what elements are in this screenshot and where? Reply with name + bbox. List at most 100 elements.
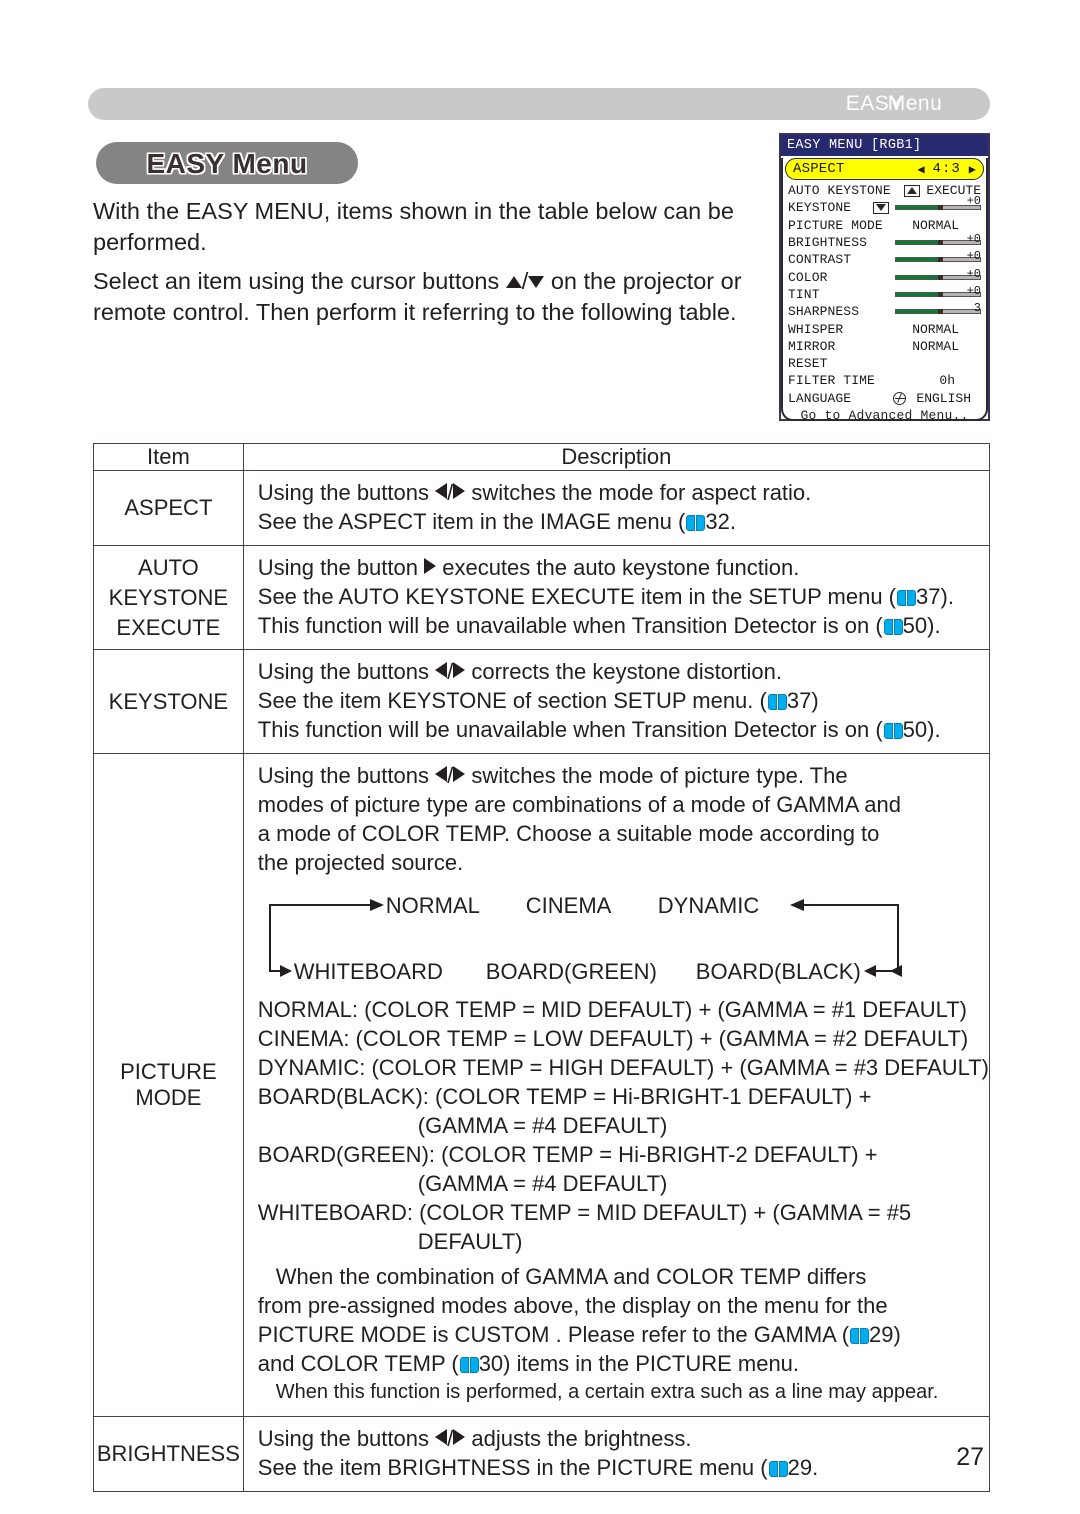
pm-note-page-a: 29 — [869, 1322, 894, 1347]
osd-row-mirror[interactable]: MIRROR NORMAL — [788, 338, 981, 355]
book-reference-icon — [768, 1461, 788, 1477]
keystone-icon — [904, 184, 921, 197]
section-title-pill: EASY Menu — [96, 142, 358, 184]
right-arrow-icon — [424, 558, 437, 574]
osd-row-keystone[interactable]: KEYSTONE +0 — [788, 194, 981, 216]
osd-row-color[interactable]: COLOR +0 — [788, 266, 981, 285]
osd-row-filter-time[interactable]: FILTER TIME 0h — [788, 372, 981, 389]
left-arrow-icon — [435, 1429, 448, 1445]
br-line1-pre: Using the buttons — [257, 1426, 436, 1451]
osd-row-tint[interactable]: TINT +0 — [788, 284, 981, 303]
table-row-brightness: BRIGHTNESS Using the buttons / adjusts t… — [93, 1416, 991, 1492]
pm-mode-line-normal: NORMAL: (COLOR TEMP = MID DEFAULT) + (GA… — [257, 997, 967, 1022]
osd-row-brightness[interactable]: BRIGHTNESS +0 — [788, 232, 981, 251]
osd-row-sharpness[interactable]: SHARPNESS 3 — [788, 301, 981, 320]
aspect-line1-pre: Using the buttons — [257, 480, 436, 505]
book-reference-icon — [897, 590, 917, 606]
osd-title-bar: EASY MENU [RGB1] — [781, 135, 988, 156]
osd-row-picture-mode[interactable]: PICTURE MODE NORMAL — [788, 217, 981, 234]
aspect-line1-mid: switches the mode for aspect ratio. — [465, 480, 812, 505]
osd-row-reset[interactable]: RESET — [788, 355, 981, 372]
ake-line2-page: 37 — [916, 584, 941, 609]
table-cell-item-brightness: BRIGHTNESS — [93, 1416, 244, 1492]
ks-line2-page: 37 — [786, 688, 812, 713]
right-arrow-icon — [453, 483, 466, 499]
osd-label-color: COLOR — [788, 269, 828, 285]
pm-mode-line-board-green-cont: (GAMMA = #4 DEFAULT) — [417, 1171, 668, 1196]
osd-aspect-left-arrow-icon[interactable]: ◀ — [917, 162, 924, 177]
item-line-execute: EXECUTE — [116, 614, 221, 640]
osd-value-picture-mode: NORMAL — [912, 217, 959, 233]
osd-label-filter-time: FILTER TIME — [788, 373, 875, 389]
pm-mode-line-board-green: BOARD(GREEN): (COLOR TEMP = Hi-BRIGHT-2 … — [257, 1142, 878, 1167]
right-arrow-icon — [453, 662, 466, 678]
table-cell-desc-picture-mode: Using the buttons / switches the mode of… — [242, 753, 991, 1417]
osd-label-contrast: CONTRAST — [788, 252, 852, 268]
right-arrow-icon — [453, 1429, 466, 1445]
book-reference-icon — [850, 1328, 870, 1344]
book-reference-icon — [686, 515, 706, 531]
table-header-row: Item Description — [93, 443, 991, 471]
pm-mode-line-cinema: CINEMA: (COLOR TEMP = LOW DEFAULT) + (GA… — [257, 1026, 969, 1051]
book-reference-icon — [459, 1357, 479, 1373]
osd-label-brightness: BRIGHTNESS — [788, 235, 868, 251]
osd-slider-sharpness[interactable] — [895, 309, 981, 315]
pm-note-page-b: 30 — [478, 1351, 504, 1376]
cycle-label-cinema: CINEMA — [525, 893, 612, 918]
br-line1-mid: adjusts the brightness. — [465, 1426, 692, 1451]
ake-line3-post: ). — [927, 613, 941, 638]
osd-row-auto-keystone[interactable]: AUTO KEYSTONE EXECUTE — [788, 182, 981, 199]
osd-menu-screenshot: EASY MENU [RGB1] ASPECT ◀ 4:3 ▶ AUTO KEY… — [779, 133, 990, 423]
table-cell-desc-brightness: Using the buttons / adjusts the brightne… — [242, 1416, 991, 1492]
book-reference-icon — [767, 694, 787, 710]
osd-value-contrast: +0 — [966, 249, 981, 264]
book-reference-icon — [883, 723, 903, 739]
osd-value-sharpness: 3 — [973, 301, 981, 316]
osd-row-whisper[interactable]: WHISPER NORMAL — [788, 320, 981, 337]
br-line2-page: 29 — [787, 1455, 813, 1480]
table-cell-item-picture-mode: PICTURE MODE — [93, 753, 244, 1417]
osd-label-reset: RESET — [788, 356, 828, 372]
left-arrow-icon — [435, 662, 448, 678]
book-reference-icon — [883, 619, 903, 635]
table-row-keystone: KEYSTONE Using the buttons / corrects th… — [93, 649, 991, 754]
page-number: 27 — [956, 1443, 984, 1471]
cycle-label-normal: NORMAL — [385, 893, 480, 918]
table-header-item: Item — [93, 443, 244, 471]
table-row-auto-keystone-execute: AUTO KEYSTONE EXECUTE Using the button e… — [93, 545, 991, 650]
easy-menu-table: Item Description ASPECT Using the button… — [93, 443, 991, 1492]
table-cell-item-aspect: ASPECT — [93, 470, 244, 546]
osd-label-sharpness: SHARPNESS — [788, 304, 860, 320]
pm-mode-line-dynamic: DYNAMIC: (COLOR TEMP = HIGH DEFAULT) + (… — [257, 1055, 989, 1080]
cycle-label-board-black: BOARD(BLACK) — [695, 959, 861, 984]
up-arrow-icon — [505, 276, 522, 288]
pm-intro-paragraph: Using the buttons / switches the mode of… — [257, 763, 901, 875]
keystone-icon-inv — [873, 201, 889, 214]
osd-label-keystone: KEYSTONE — [788, 200, 852, 216]
osd-value-mirror: NORMAL — [912, 338, 959, 354]
intro-text: With the EASY MENU, items shown in the t… — [93, 196, 753, 336]
osd-row-language[interactable]: LANGUAGE ENGLISH — [788, 390, 981, 407]
osd-aspect-right-arrow-icon[interactable]: ▶ — [969, 162, 976, 177]
pm-mode-line-board-black-cont: (GAMMA = #4 DEFAULT) — [417, 1113, 668, 1138]
osd-row-contrast[interactable]: CONTRAST +0 — [788, 249, 981, 268]
pm-note-paragraph: When the combination of GAMMA and COLOR … — [258, 1262, 908, 1378]
pm-mode-line-whiteboard: WHITEBOARD: (COLOR TEMP = MID DEFAULT) +… — [257, 1200, 912, 1225]
br-line2-post: . — [812, 1455, 819, 1480]
intro-p2-part-a: Select an item using the cursor buttons — [93, 268, 506, 294]
osd-label-whisper: WHISPER — [788, 321, 844, 337]
running-head-part-b: Menu — [887, 92, 943, 115]
osd-value-filter-time: 0h — [939, 373, 955, 389]
osd-value-language: ENGLISH — [916, 390, 971, 406]
left-arrow-icon — [435, 483, 448, 499]
intro-paragraph-2: Select an item using the cursor buttons … — [93, 266, 753, 328]
ks-line3-post: ). — [927, 717, 941, 742]
ks-line2-post: ) — [811, 688, 819, 713]
osd-aspect-label: ASPECT — [793, 161, 845, 177]
osd-value-color: +0 — [966, 266, 981, 281]
ake-line1-mid: executes the auto keystone function. — [436, 555, 800, 580]
table-row-picture-mode: PICTURE MODE Using the buttons / switche… — [93, 753, 991, 1417]
osd-row-aspect[interactable]: ASPECT ◀ 4:3 ▶ — [785, 158, 984, 180]
osd-footer-link[interactable]: Go to Advanced Menu.. — [788, 408, 981, 423]
ks-line3-pre: This function will be unavailable when T… — [257, 717, 883, 742]
